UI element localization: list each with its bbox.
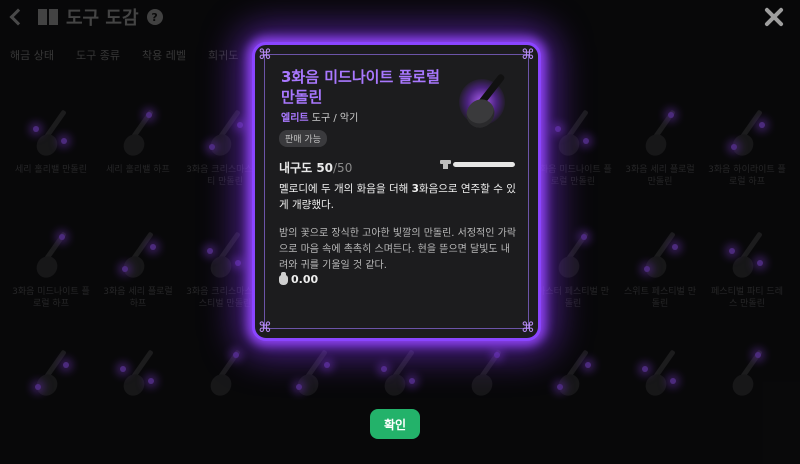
- durability-fill: [453, 162, 515, 167]
- durability-current: 50: [316, 161, 334, 175]
- durability-label: 내구도 50/50: [279, 159, 352, 176]
- corner-ornament-icon: ⌘: [258, 320, 272, 336]
- item-flavor-description: 밤의 꽃으로 장식한 고아한 빛깔의 만돌린. 서정적인 가락으로 마음 속에 …: [279, 228, 517, 271]
- item-effect-description: 멜로디에 두 개의 화음을 더해 3화음으로 연주할 수 있게 개량했다.: [279, 183, 516, 211]
- corner-ornament-icon: ⌘: [521, 320, 535, 336]
- durability-bar: [453, 162, 515, 167]
- durability-max: /50: [333, 161, 353, 175]
- anvil-icon: [440, 159, 452, 169]
- confirm-button[interactable]: 확인: [370, 409, 420, 439]
- price-value: 0.00: [291, 273, 319, 286]
- item-category: 엘리트 도구 / 악기: [281, 109, 358, 124]
- item-grade: 엘리트: [281, 113, 309, 124]
- item-detail-card: ⌘ ⌘ ⌘ ⌘ 3화음 미드나이트 플로럴 만돌린 엘리트 도구 / 악기 판매…: [252, 42, 541, 341]
- item-name: 3화음 미드나이트 플로럴 만돌린: [281, 68, 440, 106]
- item-type: 도구 / 악기: [308, 113, 359, 124]
- corner-ornament-icon: ⌘: [258, 47, 272, 63]
- mandolin-icon: [451, 61, 525, 134]
- sellable-badge: 판매 가능: [279, 130, 327, 147]
- item-price: 0.00: [279, 271, 319, 286]
- durability-text: 내구도: [279, 161, 317, 175]
- money-bag-icon: [279, 271, 288, 285]
- corner-ornament-icon: ⌘: [521, 47, 535, 63]
